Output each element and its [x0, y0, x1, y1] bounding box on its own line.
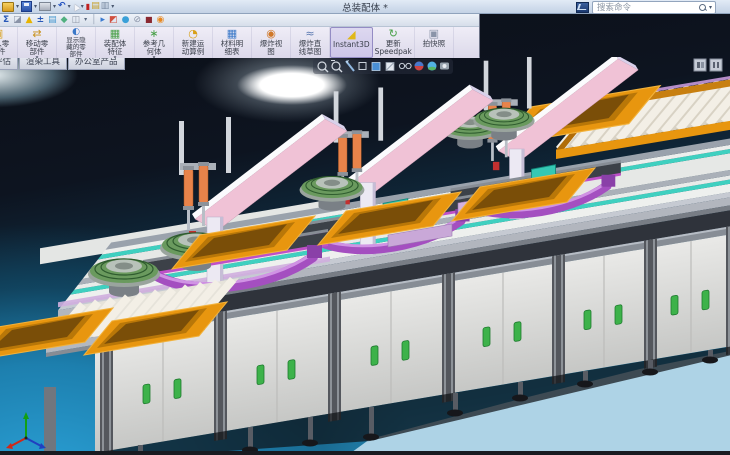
- tolerance-icon[interactable]: ±: [37, 15, 45, 25]
- explode-line-sketch-button[interactable]: ≈ 爆炸直 线草图: [291, 27, 330, 58]
- save-icon[interactable]: [21, 1, 32, 12]
- instant3d-button[interactable]: ◢ Instant3D: [330, 27, 373, 58]
- command-search[interactable]: ▾: [592, 1, 716, 14]
- edit-appearance-icon[interactable]: [415, 62, 424, 71]
- quick-access-toolbar: ▾ ▾ ▾ ↶▾ ▲▾ ▮ ▤ ▥▾: [0, 0, 115, 13]
- new-motion-study-button[interactable]: ◔ 新建运 动算例: [174, 27, 213, 58]
- select-icon[interactable]: ▲: [71, 2, 80, 12]
- material-icon[interactable]: ■: [145, 15, 153, 25]
- compare-icon[interactable]: ◫: [72, 15, 81, 25]
- undo-icon[interactable]: ↶: [58, 2, 66, 11]
- ring-icon[interactable]: ◉: [157, 15, 165, 25]
- move-component-button[interactable]: ⇄ 移动零 部件 ▾: [18, 27, 57, 58]
- search-icon[interactable]: [699, 4, 706, 11]
- open-icon[interactable]: [2, 2, 14, 12]
- title-bar: ▾ ▾ ▾ ↶▾ ▲▾ ▮ ▤ ▥▾ 总装配体 * ▾: [0, 0, 730, 14]
- view-settings-icon[interactable]: [440, 63, 449, 70]
- assembly-model[interactable]: [0, 57, 730, 451]
- display-style-icon[interactable]: [386, 63, 394, 71]
- status-bar: [0, 451, 730, 455]
- ribbon: ▣ 插入零 部件 ▾ ⇄ 移动零 部件 ▾ ◐ 显示隐 藏的零 部件 ▦ 装配体…: [0, 27, 479, 58]
- table-icon[interactable]: ▤: [48, 15, 57, 25]
- more-icon[interactable]: ▾: [84, 15, 87, 25]
- solidworks-window: ▾ ▾ ▾ ↶▾ ▲▾ ▮ ▤ ▥▾ 总装配体 * ▾ Σ ◪ ▲ ± ▤ ◆: [0, 0, 730, 455]
- split-pane-button[interactable]: [694, 59, 706, 71]
- apply-scene-icon[interactable]: [428, 62, 437, 71]
- filter-icon[interactable]: ◪: [13, 15, 22, 25]
- play-icon[interactable]: ▸: [101, 15, 106, 25]
- headsup-toolbar[interactable]: [313, 59, 453, 74]
- appearance-icon[interactable]: ◆: [61, 15, 68, 25]
- exploded-view-button[interactable]: ◉ 爆炸视 图: [252, 27, 291, 58]
- show-hidden-components-button[interactable]: ◐ 显示隐 藏的零 部件: [57, 27, 96, 58]
- search-input[interactable]: [595, 2, 699, 14]
- take-snapshot-button[interactable]: ▣ 拍快照: [415, 27, 454, 58]
- assembly-features-button[interactable]: ▦ 装配体 特征 ▾: [96, 27, 135, 58]
- tab-evaluate[interactable]: 评估: [0, 57, 18, 70]
- orientation-triad: [6, 412, 46, 449]
- search-caret-icon[interactable]: ▾: [709, 5, 712, 11]
- view-orientation-icon[interactable]: [372, 63, 380, 71]
- globe-icon[interactable]: ●: [122, 15, 130, 25]
- print-icon[interactable]: [39, 2, 51, 11]
- 3d-viewport[interactable]: [0, 13, 730, 451]
- bill-of-materials-button[interactable]: ▦ 材料明 细表: [213, 27, 252, 58]
- insert-components-button[interactable]: ▣ 插入零 部件 ▾: [0, 27, 18, 58]
- command-manager: Σ ◪ ▲ ± ▤ ◆ ◫ ▾ │ ▸ ◩ ● ⊘ ■ ◉ ▣ 插入零 部件 ▾…: [0, 13, 480, 58]
- toolbar-divider: │: [91, 15, 96, 25]
- command-manager-tabs: 评估 渲染工具 办公室产品: [0, 57, 126, 70]
- options-icon[interactable]: ▥: [101, 2, 110, 11]
- warning-icon[interactable]: ▲: [26, 15, 33, 25]
- reference-geometry-button[interactable]: ∗ 参考几 何体 ▾: [135, 27, 174, 58]
- app-logo-icon: [576, 2, 589, 13]
- sum-icon[interactable]: Σ: [3, 15, 9, 25]
- tab-office-products[interactable]: 办公室产品: [68, 57, 125, 70]
- update-speedpak-button[interactable]: ↻ 更新 Speedpak: [373, 27, 415, 58]
- standard-toolbar: Σ ◪ ▲ ± ▤ ◆ ◫ ▾ │ ▸ ◩ ● ⊘ ■ ◉: [0, 13, 479, 27]
- collapse-pane-button[interactable]: [710, 59, 722, 71]
- tab-render-tools[interactable]: 渲染工具: [19, 57, 67, 70]
- properties-icon[interactable]: ▤: [91, 2, 100, 11]
- disable-icon[interactable]: ⊘: [133, 15, 141, 25]
- palette-icon[interactable]: ◩: [109, 15, 118, 25]
- rebuild-icon[interactable]: ▮: [86, 2, 90, 11]
